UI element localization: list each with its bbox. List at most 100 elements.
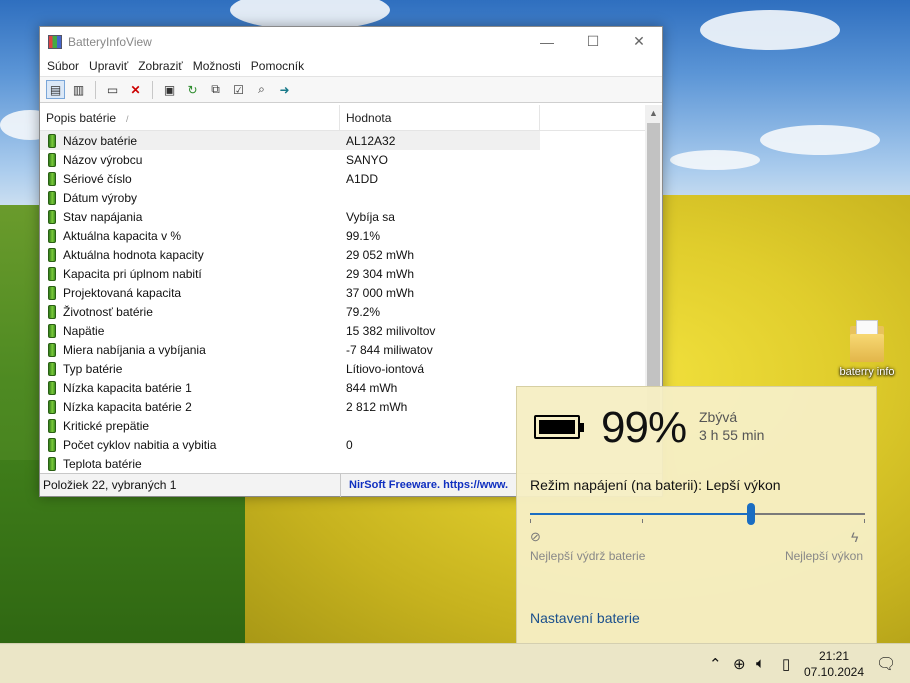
table-row[interactable]: Stav napájania Vybíja sa: [40, 207, 662, 226]
table-row[interactable]: Kapacita pri úplnom nabití 29 304 mWh: [40, 264, 662, 283]
column-header-label: Popis batérie: [46, 111, 117, 125]
leaf-icon: ⊘: [530, 529, 541, 544]
speaker-icon[interactable]: 🔈︎: [756, 655, 765, 672]
menu-view[interactable]: Zobraziť: [133, 59, 188, 73]
menu-help[interactable]: Pomocník: [246, 59, 309, 73]
properties-icon[interactable]: ☑: [229, 80, 248, 99]
row-description-text: Dátum výroby: [63, 190, 138, 205]
row-description-text: Nízka kapacita batérie 2: [63, 399, 192, 414]
battery-row-icon: [48, 361, 56, 376]
row-description: Aktuálna kapacita v %: [40, 228, 340, 243]
notification-icon[interactable]: 🗨︎: [876, 654, 896, 674]
slider-tick: [642, 519, 643, 523]
delete-icon[interactable]: ✕: [126, 80, 145, 99]
clock[interactable]: 21:21 07.10.2024: [801, 648, 867, 680]
table-row[interactable]: Názov batérie AL12A32: [40, 131, 540, 150]
row-description: Názov výrobcu: [40, 152, 340, 167]
row-description-text: Počet cyklov nabitia a vybitia: [63, 437, 217, 452]
window-icon[interactable]: ▭: [103, 80, 122, 99]
row-description-text: Stav napájania: [63, 209, 143, 224]
chevron-up-icon[interactable]: ⌃: [709, 655, 722, 673]
table-row[interactable]: Dátum výroby: [40, 188, 662, 207]
best-performance-label: Nejlepší výkon: [784, 549, 863, 563]
battery-row-icon: [48, 266, 56, 281]
row-value: Vybíja sa: [346, 209, 395, 224]
row-value: -7 844 miliwatov: [346, 342, 433, 357]
row-description-text: Aktuálna kapacita v %: [63, 228, 182, 243]
row-description: Nízka kapacita batérie 1: [40, 380, 340, 395]
menu-options[interactable]: Možnosti: [188, 59, 246, 73]
row-value: 0: [346, 437, 353, 452]
details-view-icon[interactable]: ▤: [46, 80, 65, 99]
find-icon[interactable]: ⌕: [252, 80, 271, 99]
battery-tray-icon[interactable]: ▯: [782, 655, 790, 673]
toolbar-separator: [95, 80, 96, 99]
row-description: Typ batérie: [40, 361, 340, 376]
table-row[interactable]: Aktuálna kapacita v % 99.1%: [40, 226, 662, 245]
nirsoft-link[interactable]: NirSoft Freeware. https://www.: [340, 473, 508, 497]
power-slider-thumb[interactable]: [747, 503, 755, 525]
slider-tick: [864, 519, 865, 523]
row-description-text: Kritické prepätie: [63, 418, 150, 433]
table-row[interactable]: Sériové číslo A1DD: [40, 169, 662, 188]
table-row[interactable]: Miera nabíjania a vybíjania -7 844 miliwa…: [40, 340, 662, 359]
battery-settings-link[interactable]: Nastavení baterie: [530, 610, 640, 626]
exit-icon[interactable]: ➜: [275, 80, 294, 99]
refresh-icon[interactable]: ↻: [183, 80, 202, 99]
column-header-description[interactable]: Popis batérie /: [40, 105, 340, 131]
menu-edit[interactable]: Upraviť: [84, 59, 133, 73]
item-count-status: Položiek 22, vybraných 1: [43, 478, 177, 492]
row-value: 29 052 mWh: [346, 247, 415, 262]
battery-row-icon: [48, 228, 56, 243]
column-header-value[interactable]: Hodnota: [340, 105, 540, 131]
row-value: 37 000 mWh: [346, 285, 415, 300]
battery-row-icon: [48, 399, 56, 414]
battery-icon: [534, 415, 584, 439]
row-description: Kritické prepätie: [40, 418, 340, 433]
table-row[interactable]: Životnosť batérie 79.2%: [40, 302, 662, 321]
row-description-text: Názov výrobcu: [63, 152, 143, 167]
remaining-time: 3 h 55 min: [699, 427, 765, 443]
scrollbar-thumb[interactable]: [647, 123, 660, 423]
row-description-text: Napätie: [63, 323, 105, 338]
battery-row-icon: [48, 380, 56, 395]
save-icon[interactable]: ▣: [160, 80, 179, 99]
table-row[interactable]: Názov výrobcu SANYO: [40, 150, 662, 169]
cloud: [700, 10, 840, 50]
battery-row-icon: [48, 418, 56, 433]
remaining-label: Zbývá: [699, 409, 738, 425]
table-row[interactable]: Projektovaná kapacita 37 000 mWh: [40, 283, 662, 302]
battery-row-icon: [48, 323, 56, 338]
row-description-text: Aktuálna hodnota kapacity: [63, 247, 204, 262]
minimize-button[interactable]: —: [524, 27, 570, 56]
menu-file[interactable]: Súbor: [42, 59, 84, 73]
row-description-text: Typ batérie: [63, 361, 123, 376]
close-button[interactable]: ✕: [616, 27, 662, 56]
globe-icon[interactable]: ⊕: [733, 655, 746, 673]
row-value: SANYO: [346, 152, 389, 167]
row-description: Životnosť batérie: [40, 304, 340, 319]
table-row[interactable]: Napätie 15 382 milivoltov: [40, 321, 662, 340]
table-row[interactable]: Typ batérie Lítiovo-iontová: [40, 359, 662, 378]
row-description: Stav napájania: [40, 209, 340, 224]
row-description-text: Životnosť batérie: [63, 304, 153, 319]
maximize-button[interactable]: ☐: [570, 27, 616, 56]
copy-icon[interactable]: ⧉: [206, 80, 225, 99]
scroll-up-icon[interactable]: ▲: [645, 105, 662, 122]
battery-row-icon: [48, 190, 56, 205]
table-row[interactable]: Aktuálna hodnota kapacity 29 052 mWh: [40, 245, 662, 264]
battery-row-icon: [48, 437, 56, 452]
row-description: Projektovaná kapacita: [40, 285, 340, 300]
app-icon: [48, 34, 62, 49]
lightning-icon: ϟ: [851, 529, 859, 545]
log-view-icon[interactable]: ▥: [69, 80, 88, 99]
row-value: AL12A32: [346, 133, 396, 148]
row-description: Teplota batérie: [40, 456, 340, 471]
row-value: 79.2%: [346, 304, 381, 319]
row-value: 99.1%: [346, 228, 381, 243]
battery-row-icon: [48, 304, 56, 319]
desktop-folder-baterry-info[interactable]: baterry info: [830, 320, 904, 378]
cloud: [670, 150, 760, 170]
battery-row-icon: [48, 171, 56, 186]
title-bar[interactable]: BatteryInfoView — ☐ ✕: [40, 27, 662, 56]
